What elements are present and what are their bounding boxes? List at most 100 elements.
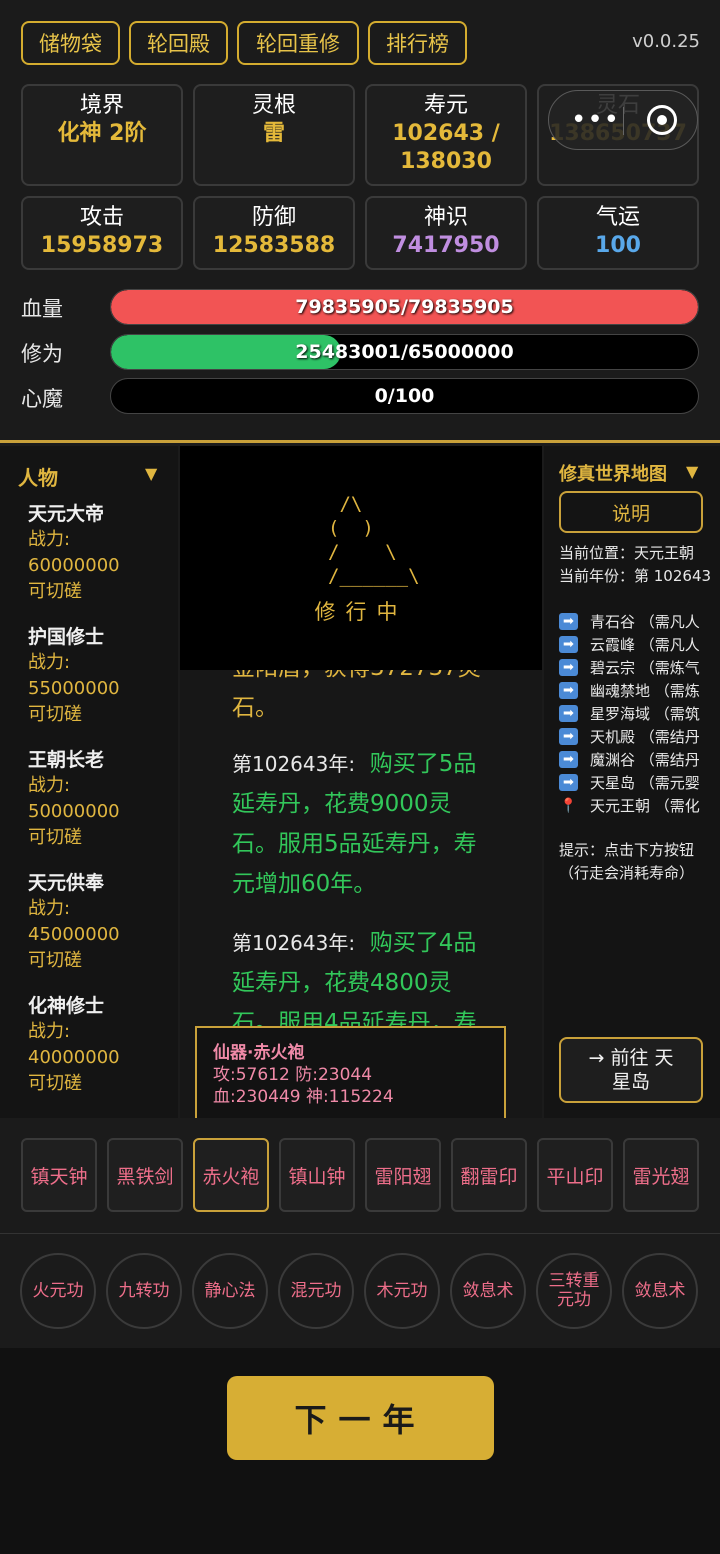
storage-bag-button[interactable]: 储物袋 [21,21,120,65]
skill-slot[interactable]: 静心法 [192,1253,268,1329]
tooltip-title: 仙器·赤火袍 [213,1043,305,1063]
reincarnation-reset-button[interactable]: 轮回重修 [237,21,359,65]
characters-panel-title[interactable]: 人物 [18,462,58,491]
stat-realm: 境界 化神 2阶 [21,84,183,186]
collapse-triangle-icon[interactable]: ▼ [686,462,698,481]
cultivation-label: 修为 [21,342,63,366]
skill-slot[interactable]: 九转功 [106,1253,182,1329]
character-power-label: 战力: [28,652,71,673]
log-message: 购买了4品 [369,930,477,956]
map-location-label: 青石谷 （需凡人 [590,613,700,631]
heart-demon-bar: 0/100 [110,378,699,414]
skill-slot[interactable]: 木元功 [364,1253,440,1329]
skill-slot[interactable]: 三转重元功 [536,1253,612,1329]
equipment-slot[interactable]: 平山印 [537,1138,613,1212]
equipment-row: 镇天钟 黑铁剑 赤火袍 镇山钟 雷阳翅 翻雷印 平山印 雷光翅 [0,1118,720,1234]
next-year-button[interactable]: 下一年 [227,1376,494,1460]
stat-attack: 攻击 15958973 [21,196,183,270]
character-status[interactable]: 可切磋 [28,825,120,851]
character-item[interactable]: 天元大帝 战力: 60000000 可切磋 [28,501,120,605]
skills-row: 火元功 九转功 静心法 混元功 木元功 敛息术 三转重元功 敛息术 [0,1235,720,1348]
map-hint: 提示：点击下方按钮 [559,841,695,859]
stat-luck: 气运 100 [537,196,699,270]
equipment-slot-selected[interactable]: 赤火袍 [193,1138,269,1212]
travel-button-line: 星岛 [611,1071,650,1093]
map-location-item[interactable]: ➡ 星罗海域 （需筑 [559,702,700,725]
equipment-slot[interactable]: 雷阳翅 [365,1138,441,1212]
capsule-divider [623,107,624,135]
tooltip-line: 血:230449 神:115224 [213,1087,394,1107]
character-power-label: 战力: [28,775,71,796]
log-year: 第102643年: [232,931,356,955]
skill-slot[interactable]: 敛息术 [450,1253,526,1329]
log-message-line: 元增加60年。 [232,871,377,897]
character-power-label: 战力: [28,1021,71,1042]
equipment-slot[interactable]: 镇山钟 [279,1138,355,1212]
stat-label: 攻击 [79,205,124,230]
close-target-icon[interactable] [647,105,677,135]
character-status[interactable]: 可切磋 [28,948,120,974]
log-fragment-line: 金阳盾，获得372737灵 [232,670,522,688]
map-location-label: 魔渊谷 （需结丹 [590,751,700,769]
leaderboard-button[interactable]: 排行榜 [368,21,467,65]
stat-lifespan: 寿元 102643 / 138030 [365,84,527,186]
world-map-title[interactable]: 修真世界地图 [559,460,667,486]
reincarnation-hall-button[interactable]: 轮回殿 [129,21,228,65]
character-item[interactable]: 化神修士 战力: 40000000 可切磋 [28,993,120,1097]
right-arrow-icon: ➡ [559,751,578,768]
map-location-item[interactable]: ➡ 天星岛 （需元婴 [559,771,700,794]
equipment-slot[interactable]: 雷光翅 [623,1138,699,1212]
character-status[interactable]: 可切磋 [28,1071,120,1097]
travel-button[interactable]: → 前往 天 星岛 [559,1037,703,1103]
more-icon[interactable]: ••• [571,105,620,135]
right-arrow-icon: ➡ [559,636,578,653]
map-location-label: 碧云宗 （需炼气 [590,659,700,677]
map-location-item-current[interactable]: 📍 天元王朝 （需化 [559,794,700,817]
skill-slot[interactable]: 火元功 [20,1253,96,1329]
character-name: 天元大帝 [28,503,105,525]
equipment-slot[interactable]: 翻雷印 [451,1138,527,1212]
log-fragment-line: 石。 [232,695,278,721]
map-hint-cost: （行走会消耗寿命） [559,864,695,882]
map-location-item[interactable]: ➡ 碧云宗 （需炼气 [559,656,700,679]
character-item[interactable]: 王朝长老 战力: 50000000 可切磋 [28,747,120,851]
character-item[interactable]: 天元供奉 战力: 45000000 可切磋 [28,870,120,974]
equipment-slot[interactable]: 黑铁剑 [107,1138,183,1212]
map-location-label: 天机殿 （需结丹 [590,728,700,746]
collapse-triangle-icon[interactable]: ▼ [145,464,157,483]
equipment-slot[interactable]: 镇天钟 [21,1138,97,1212]
character-power: 55000000 [28,678,120,699]
map-location-item[interactable]: ➡ 魔渊谷 （需结丹 [559,748,700,771]
map-location-item[interactable]: ➡ 幽魂禁地 （需炼 [559,679,700,702]
map-location-item[interactable]: ➡ 云霞峰 （需凡人 [559,633,700,656]
right-arrow-icon: ➡ [559,774,578,791]
character-status[interactable]: 可切磋 [28,579,120,605]
stat-label: 寿元 [423,93,468,118]
character-power: 45000000 [28,924,120,945]
stat-label: 气运 [595,205,640,230]
stat-divine-sense: 神识 7417950 [365,196,527,270]
stat-label: 防御 [251,205,296,230]
miniprogram-capsule[interactable]: ••• [548,90,698,150]
log-fragment: 金阳盾，获得372737灵 石。 [232,670,522,728]
map-location-item[interactable]: ➡ 青石谷 （需凡人 [559,610,700,633]
equipment-tooltip: 仙器·赤火袍 攻:57612 防:23044 血:230449 神:115224 [195,1026,506,1124]
character-item[interactable]: 护国修士 战力: 55000000 可切磋 [28,624,120,728]
explain-button[interactable]: 说明 [559,491,703,533]
heart-demon-bar-text: 0/100 [374,385,435,407]
map-location-label: 天元王朝 （需化 [590,797,700,815]
log-entry: 第102643年: 购买了5品 延寿丹，花费9000灵 石。服用5品延寿丹，寿 … [232,744,522,904]
tooltip-line: 攻:57612 防:23044 [213,1065,373,1085]
character-power: 50000000 [28,801,120,822]
skill-slot[interactable]: 混元功 [278,1253,354,1329]
meditating-figure-ascii: /\ ( ) / \ /______\ [328,493,420,587]
character-status[interactable]: 可切磋 [28,702,120,728]
stat-value: 化神 2阶 [57,121,147,146]
map-location-item[interactable]: ➡ 天机殿 （需结丹 [559,725,700,748]
travel-button-line: → 前往 天 [588,1047,674,1069]
right-arrow-icon: ➡ [559,728,578,745]
stat-value: 15958973 [40,233,164,258]
skill-slot[interactable]: 敛息术 [622,1253,698,1329]
stat-value: 100 [595,233,641,258]
character-power: 60000000 [28,555,120,576]
